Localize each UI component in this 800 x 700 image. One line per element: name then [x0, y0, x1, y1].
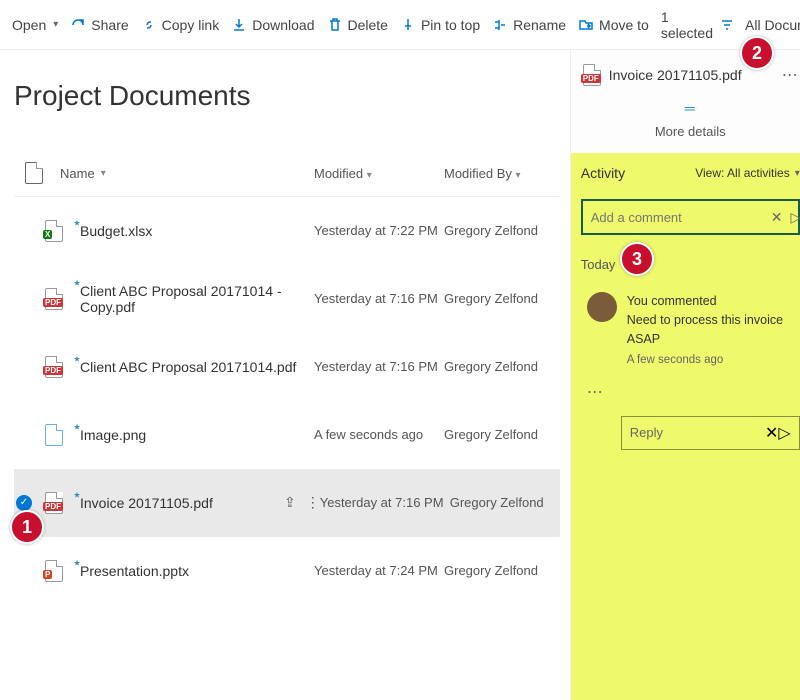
file-modified: Yesterday at 7:22 PM	[314, 223, 444, 238]
chevron-down-icon: ▾	[795, 168, 800, 179]
file-modified-by: Gregory Zelfond	[444, 223, 554, 238]
chevron-down-icon: ▾	[367, 170, 372, 181]
document-library: Project Documents Name▾ Modified ▾ Modif…	[0, 50, 570, 700]
column-modified-by[interactable]: Modified By ▾	[444, 166, 554, 181]
share-icon	[70, 17, 86, 33]
resize-handle[interactable]: ═	[571, 100, 800, 116]
pdf-icon: PDF	[45, 356, 63, 378]
activity-section: Activity View: All activities▾ ✕ ▷ Today…	[571, 153, 800, 700]
activity-item-more[interactable]: ⋯	[587, 382, 800, 402]
activity-item-title: You commented	[627, 292, 794, 311]
clear-comment-button[interactable]: ✕	[767, 209, 787, 226]
file-modified-by: Gregory Zelfond	[444, 291, 554, 306]
new-indicator-icon: ⋆	[72, 349, 82, 369]
rename-button[interactable]: Rename	[486, 13, 572, 37]
share-button[interactable]: Share	[64, 13, 134, 37]
file-modified-by: Gregory Zelfond	[450, 495, 560, 510]
column-modified[interactable]: Modified ▾	[314, 166, 444, 181]
view-selector[interactable]: All Documents▾	[739, 13, 800, 37]
rename-icon	[492, 17, 508, 33]
file-name[interactable]: Budget.xlsx	[80, 223, 152, 239]
column-type-icon[interactable]	[14, 162, 54, 184]
pdf-icon: PDF	[45, 288, 63, 310]
command-bar: Open▾ Share Copy link Download Delete Pi…	[0, 0, 800, 50]
file-row[interactable]: ⋆Image.png⇪⋮A few seconds agoGregory Zel…	[14, 401, 560, 469]
page-title: Project Documents	[14, 80, 560, 112]
moveto-icon	[578, 17, 594, 33]
xlsx-icon: X	[45, 220, 63, 242]
comment-input[interactable]	[591, 210, 767, 225]
activity-heading: Activity	[581, 165, 625, 181]
filter-icon[interactable]	[719, 17, 735, 33]
file-modified-by: Gregory Zelfond	[444, 359, 554, 374]
clear-reply-button[interactable]: ✕	[765, 423, 778, 443]
download-button[interactable]: Download	[225, 13, 320, 37]
file-name[interactable]: Image.png	[80, 427, 146, 443]
details-more-button[interactable]: ⋯	[782, 65, 798, 85]
file-modified-by: Gregory Zelfond	[444, 563, 554, 578]
details-filename: Invoice 20171105.pdf	[609, 67, 774, 83]
callout-badge-3: 3	[620, 242, 654, 276]
file-name[interactable]: Client ABC Proposal 20171014.pdf	[80, 359, 296, 375]
new-indicator-icon: ⋆	[72, 417, 82, 437]
avatar	[587, 292, 617, 322]
pin-button[interactable]: Pin to top	[394, 13, 486, 37]
file-name[interactable]: Invoice 20171105.pdf	[80, 495, 213, 511]
callout-badge-2: 2	[740, 36, 774, 70]
new-indicator-icon: ⋆	[72, 485, 82, 505]
file-name[interactable]: Presentation.pptx	[80, 563, 189, 579]
file-row[interactable]: PDF ⋆Client ABC Proposal 20171014 - Copy.…	[14, 265, 560, 333]
send-reply-button[interactable]: ▷	[778, 423, 790, 443]
activity-view-filter[interactable]: View: All activities▾	[695, 166, 800, 180]
column-name[interactable]: Name▾	[54, 166, 314, 181]
download-icon	[231, 17, 247, 33]
file-modified: Yesterday at 7:16 PM	[320, 495, 450, 510]
more-details-link[interactable]: More details	[571, 116, 800, 153]
file-name[interactable]: Client ABC Proposal 20171014 - Copy.pdf	[80, 283, 314, 315]
activity-item-body: Need to process this invoice ASAP	[627, 311, 794, 349]
file-icon	[25, 162, 43, 184]
send-comment-button[interactable]: ▷	[786, 209, 800, 226]
pdf-icon: PDF	[45, 492, 63, 514]
details-pane: PDF Invoice 20171105.pdf ⋯ ═ More detail…	[570, 50, 800, 700]
activity-item: You commented Need to process this invoi…	[581, 286, 800, 376]
reply-placeholder: Reply	[630, 425, 765, 440]
file-row[interactable]: PDF⋆Client ABC Proposal 20171014.pdf⇪⋮Ye…	[14, 333, 560, 401]
open-menu[interactable]: Open▾	[6, 13, 64, 37]
activity-item-timestamp: A few seconds ago	[627, 352, 794, 369]
delete-button[interactable]: Delete	[321, 13, 394, 37]
file-modified-by: Gregory Zelfond	[444, 427, 554, 442]
selection-count: 1 selected	[655, 9, 719, 41]
pdf-icon: PDF	[583, 64, 601, 86]
link-icon	[141, 17, 157, 33]
new-indicator-icon: ⋆	[72, 213, 82, 233]
file-modified: Yesterday at 7:24 PM	[314, 563, 444, 578]
chevron-down-icon: ▾	[516, 170, 521, 181]
chevron-down-icon: ▾	[101, 168, 106, 179]
file-modified: Yesterday at 7:16 PM	[314, 291, 444, 306]
file-row[interactable]: P⋆Presentation.pptx⇪⋮Yesterday at 7:24 P…	[14, 537, 560, 605]
activity-date-group: Today	[581, 257, 800, 272]
new-indicator-icon: ⋆	[72, 273, 82, 293]
selected-check-icon[interactable]: ✓	[16, 495, 32, 511]
move-to-button[interactable]: Move to	[572, 13, 655, 37]
copy-link-button[interactable]: Copy link	[135, 13, 226, 37]
reply-input-wrapper[interactable]: Reply ✕ ▷	[621, 416, 800, 450]
trash-icon	[327, 17, 343, 33]
file-modified: Yesterday at 7:16 PM	[314, 359, 444, 374]
png-icon	[45, 424, 63, 446]
file-row[interactable]: ✓PDF⋆Invoice 20171105.pdf⇪⋮Yesterday at …	[14, 469, 560, 537]
callout-badge-1: 1	[10, 510, 44, 544]
new-indicator-icon: ⋆	[72, 553, 82, 573]
comment-input-wrapper: ✕ ▷	[581, 199, 800, 235]
pin-icon	[400, 17, 416, 33]
pptx-icon: P	[45, 560, 63, 582]
chevron-down-icon: ▾	[53, 19, 58, 30]
column-headers: Name▾ Modified ▾ Modified By ▾	[14, 152, 560, 197]
file-row[interactable]: X⋆Budget.xlsx⇪⋮Yesterday at 7:22 PMGrego…	[14, 197, 560, 265]
file-modified: A few seconds ago	[314, 427, 444, 442]
